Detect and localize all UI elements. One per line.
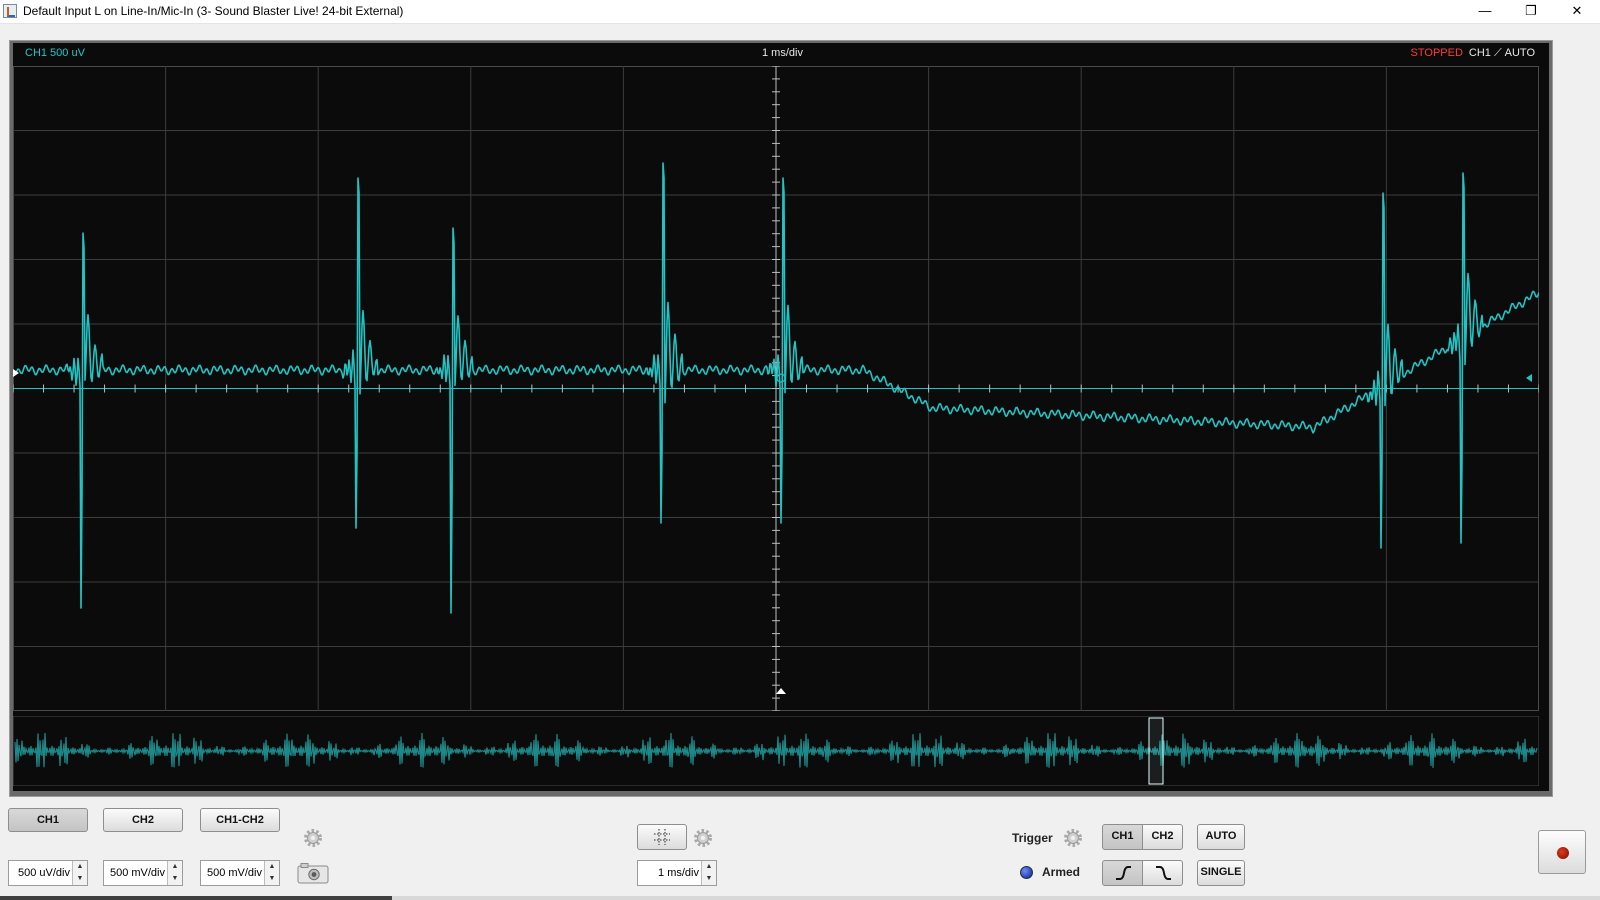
- spinner-up-icon[interactable]: ▲: [73, 861, 87, 873]
- armed-label: Armed: [1042, 865, 1081, 879]
- gear-icon[interactable]: [1062, 827, 1084, 849]
- single-shot-button[interactable]: SINGLE: [1197, 860, 1245, 886]
- ch2-scale-arrows[interactable]: ▲ ▼: [167, 861, 182, 885]
- status-stopped: STOPPED: [1410, 47, 1463, 59]
- ch1-minus-ch2-scale-spinner[interactable]: 500 mV/div ▲ ▼: [200, 860, 280, 886]
- record-button[interactable]: [1538, 830, 1586, 874]
- trigger-label: Trigger: [1012, 831, 1053, 845]
- ch1-scale-spinner[interactable]: 500 uV/div ▲ ▼: [8, 860, 88, 886]
- close-button[interactable]: ✕: [1554, 0, 1600, 23]
- maximize-button[interactable]: ❐: [1508, 0, 1554, 23]
- ch1-scale-arrows[interactable]: ▲ ▼: [72, 861, 87, 885]
- spinner-up-icon[interactable]: ▲: [702, 861, 716, 873]
- spinner-down-icon[interactable]: ▼: [265, 873, 279, 885]
- camera-icon[interactable]: [297, 862, 329, 884]
- ch1-button[interactable]: CH1: [8, 808, 88, 832]
- trigger-ch1-button[interactable]: CH1: [1102, 824, 1143, 850]
- timebase-readout: 1 ms/div: [762, 47, 803, 59]
- status-trigger-channel: CH1: [1468, 47, 1491, 59]
- acquisition-status: STOPPED CH1 ⟋ AUTO: [1411, 47, 1535, 60]
- armed-indicator-led: [1020, 866, 1033, 879]
- buffer-view-window[interactable]: [1148, 717, 1164, 785]
- window-title: Default Input L on Line-In/Mic-In (3- So…: [23, 4, 404, 18]
- spinner-down-icon[interactable]: ▼: [168, 873, 182, 885]
- timebase-arrows[interactable]: ▲ ▼: [701, 861, 716, 885]
- rising-slope-icon: ⟋: [1493, 47, 1502, 59]
- ch1-scale-value[interactable]: 500 uV/div: [18, 861, 70, 885]
- spinner-up-icon[interactable]: ▲: [168, 861, 182, 873]
- rising-edge-button[interactable]: [1102, 860, 1143, 886]
- spinner-down-icon[interactable]: ▼: [73, 873, 87, 885]
- ch1-minus-ch2-scale-value[interactable]: 500 mV/div: [207, 861, 262, 885]
- ch2-scale-spinner[interactable]: 500 mV/div ▲ ▼: [103, 860, 183, 886]
- grid-toggle-button[interactable]: [637, 824, 687, 850]
- trigger-auto-button[interactable]: AUTO: [1197, 824, 1245, 850]
- window-bottom-edge: [0, 896, 1600, 900]
- java-app-icon: [3, 4, 17, 18]
- buffer-overview[interactable]: [13, 716, 1539, 786]
- title-bar: Default Input L on Line-In/Mic-In (3- So…: [0, 0, 1600, 24]
- ch2-button[interactable]: CH2: [103, 808, 183, 832]
- spinner-down-icon[interactable]: ▼: [702, 873, 716, 885]
- minimize-button[interactable]: —: [1462, 0, 1508, 23]
- ch2-scale-value[interactable]: 500 mV/div: [110, 861, 165, 885]
- falling-edge-button[interactable]: [1142, 860, 1183, 886]
- waveform-plot[interactable]: [13, 66, 1539, 711]
- record-icon: [1557, 847, 1569, 859]
- timebase-spinner[interactable]: 1 ms/div ▲ ▼: [637, 860, 717, 886]
- ch1-minus-ch2-scale-arrows[interactable]: ▲ ▼: [264, 861, 279, 885]
- timebase-value[interactable]: 1 ms/div: [658, 861, 699, 885]
- status-trigger-mode: AUTO: [1504, 47, 1535, 59]
- ch1-scale-readout: CH1 500 uV: [25, 47, 85, 59]
- gear-icon[interactable]: [302, 827, 324, 849]
- grid-icon: [654, 829, 670, 845]
- spinner-up-icon[interactable]: ▲: [265, 861, 279, 873]
- falling-edge-icon: [1156, 866, 1171, 880]
- rising-edge-icon: [1116, 866, 1131, 880]
- trigger-ch2-button[interactable]: CH2: [1142, 824, 1183, 850]
- ch1-minus-ch2-button[interactable]: CH1-CH2: [200, 808, 280, 832]
- gear-icon[interactable]: [692, 827, 714, 849]
